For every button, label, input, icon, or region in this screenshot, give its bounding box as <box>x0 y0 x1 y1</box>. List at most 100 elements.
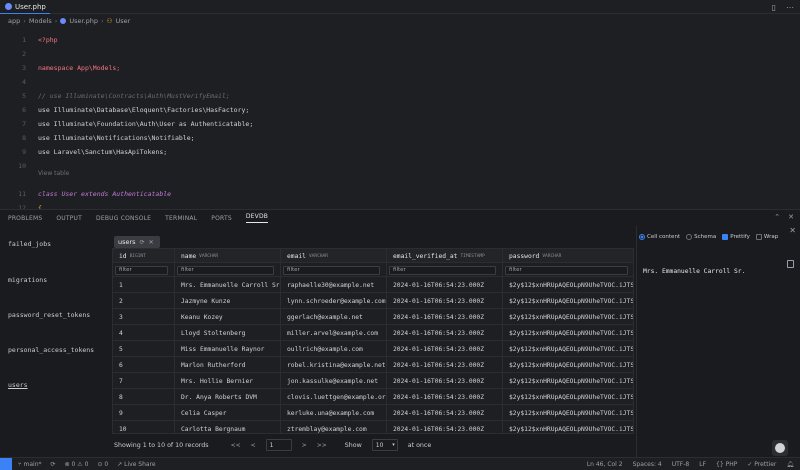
table-cell[interactable]: Carlotta Bergnaum <box>175 421 281 433</box>
column-header-email[interactable]: email VARCHAR <box>281 249 387 263</box>
table-item-password-reset-tokens[interactable]: password_reset_tokens <box>8 311 90 319</box>
option-cell-content[interactable]: Cell content <box>639 234 680 240</box>
maximize-panel-icon[interactable]: ⌃ <box>774 213 780 221</box>
table-cell[interactable]: 6 <box>113 357 175 373</box>
live-share-status[interactable]: ↗ Live Share <box>117 461 155 468</box>
table-cell[interactable]: 4 <box>113 325 175 341</box>
close-panel-icon[interactable]: ✕ <box>788 213 794 221</box>
table-cell[interactable]: 2024-01-16T06:54:23.000Z <box>387 277 503 293</box>
breadcrumb-item[interactable]: User.php <box>69 17 98 25</box>
column-filter-input[interactable]: filter <box>505 265 628 275</box>
table-row[interactable]: 3 Keanu Kozey ggerlach@example.net 2024-01-… <box>113 309 633 325</box>
column-filter-input[interactable]: filter <box>283 265 380 275</box>
option-prettify[interactable]: Prettify <box>722 234 750 240</box>
table-cell[interactable]: Jazmyne Kunze <box>175 293 281 309</box>
tab-ports[interactable]: PORTS <box>211 215 232 222</box>
column-header-id[interactable]: id BIGINT <box>113 249 175 263</box>
table-cell[interactable]: 2024-01-16T06:54:23.000Z <box>387 373 503 389</box>
table-cell[interactable]: $2y$12$xnHRUpAQEOLpN9UheTVOC.iJTSaCPTI <box>503 309 633 325</box>
tab-devdb[interactable]: DEVDB <box>245 213 269 223</box>
more-actions-icon[interactable]: ⋯ <box>786 3 794 12</box>
table-cell[interactable]: $2y$12$xnHRUpAQEOLpN9UheTVOC.iJTSaCPTI <box>503 405 633 421</box>
table-row[interactable]: 2 Jazmyne Kunze lynn.schroeder@example.com… <box>113 293 633 309</box>
language-mode[interactable]: {} PHP <box>716 461 737 468</box>
table-cell[interactable]: 2 <box>113 293 175 309</box>
table-cell[interactable]: 3 <box>113 309 175 325</box>
table-cell[interactable]: $2y$12$xnHRUpAQEOLpN9UheTVOC.iJTSaCPTI <box>503 389 633 405</box>
breadcrumb-item[interactable]: app <box>8 17 20 25</box>
grid-tab-users[interactable]: users ⟳ ✕ <box>114 236 160 248</box>
tab-user-php[interactable]: User.php <box>0 0 50 14</box>
table-row[interactable]: 7 Mrs. Hollie Bernier jon.kassulke@example… <box>113 373 633 389</box>
next-page-button[interactable]: > <box>302 442 307 449</box>
table-cell[interactable]: Dr. Anya Roberts DVM <box>175 389 281 405</box>
table-cell[interactable]: lynn.schroeder@example.com <box>281 293 387 309</box>
table-row[interactable]: 9 Celia Casper kerluke.una@example.com 2024… <box>113 405 633 421</box>
column-header-name[interactable]: name VARCHAR <box>175 249 281 263</box>
table-row[interactable]: 1 Mrs. Emmanuelle Carroll Sr. raphaelle30@… <box>113 277 633 293</box>
table-cell[interactable]: Mrs. Hollie Bernier <box>175 373 281 389</box>
table-cell[interactable]: robel.kristina@example.net <box>281 357 387 373</box>
table-item-personal-access-tokens[interactable]: personal_access_tokens <box>8 346 94 354</box>
last-page-button[interactable]: >> <box>317 442 327 449</box>
refresh-icon[interactable]: ⟳ <box>140 239 145 246</box>
prev-page-button[interactable]: < <box>251 442 256 449</box>
table-row[interactable]: 10 Carlotta Bergnaum ztremblay@example.com… <box>113 421 633 433</box>
table-row[interactable]: 4 Lloyd Stoltenberg miller.arvel@example.c… <box>113 325 633 341</box>
table-cell[interactable]: $2y$12$xnHRUpAQEOLpN9UheTVOC.iJTSaCPTI <box>503 293 633 309</box>
table-cell[interactable]: ztremblay@example.com <box>281 421 387 433</box>
table-cell[interactable]: 8 <box>113 389 175 405</box>
table-cell[interactable]: 2024-01-16T06:54:23.000Z <box>387 421 503 433</box>
tab-problems[interactable]: PROBLEMS <box>8 215 42 222</box>
table-cell[interactable]: raphaelle30@example.net <box>281 277 387 293</box>
table-cell[interactable]: Celia Casper <box>175 405 281 421</box>
breadcrumb-item[interactable]: User <box>115 17 130 25</box>
split-editor-icon[interactable]: ▯ <box>772 3 776 12</box>
table-cell[interactable]: Lloyd Stoltenberg <box>175 325 281 341</box>
table-cell[interactable]: 1 <box>113 277 175 293</box>
github-icon[interactable] <box>772 440 788 456</box>
codelens-view-table[interactable]: View table <box>38 170 69 177</box>
ports-status[interactable]: ⊙ 0 <box>97 461 108 468</box>
code-editor[interactable]: 1 <?php 2 3 namespace App\Models; 4 5 // use Il… <box>0 27 800 209</box>
problems-status[interactable]: ⊗ 0 ⚠ 0 <box>65 461 89 468</box>
end-of-line[interactable]: LF <box>699 461 706 468</box>
table-cell[interactable]: 2024-01-16T06:54:23.000Z <box>387 341 503 357</box>
table-cell[interactable]: $2y$12$xnHRUpAQEOLpN9UheTVOC.iJTSaCPTI <box>503 341 633 357</box>
remote-indicator-icon[interactable] <box>0 457 12 470</box>
table-cell[interactable]: $2y$12$xnHRUpAQEOLpN9UheTVOC.iJTSaCPTI <box>503 357 633 373</box>
table-cell[interactable]: 10 <box>113 421 175 433</box>
column-filter-input[interactable]: filter <box>177 265 274 275</box>
notifications-icon[interactable]: 🔔︎ <box>786 461 794 468</box>
table-cell[interactable]: $2y$12$xnHRUpAQEOLpN9UheTVOC.iJTSaCPTI <box>503 325 633 341</box>
cursor-position[interactable]: Ln 46, Col 2 <box>587 461 623 468</box>
table-cell[interactable]: 7 <box>113 373 175 389</box>
table-cell[interactable]: 2024-01-16T06:54:23.000Z <box>387 325 503 341</box>
column-header-email-verified-at[interactable]: email_verified_at TIMESTAMP <box>387 249 503 263</box>
table-cell[interactable]: $2y$12$xnHRUpAQEOLpN9UheTVOC.iJTSaCPTI <box>503 421 633 433</box>
tab-debug-console[interactable]: DEBUG CONSOLE <box>96 215 151 222</box>
first-page-button[interactable]: << <box>231 442 241 449</box>
option-wrap[interactable]: Wrap <box>755 234 778 240</box>
table-cell[interactable]: oullrich@example.com <box>281 341 387 357</box>
table-cell[interactable]: $2y$12$xnHRUpAQEOLpN9UheTVOC.iJTSaCPTI <box>503 277 633 293</box>
encoding[interactable]: UTF-8 <box>672 461 690 468</box>
table-cell[interactable]: 9 <box>113 405 175 421</box>
table-cell[interactable]: kerluke.una@example.com <box>281 405 387 421</box>
table-cell[interactable]: 2024-01-16T06:54:23.000Z <box>387 293 503 309</box>
table-row[interactable]: 6 Marlon Rutherford robel.kristina@example… <box>113 357 633 373</box>
table-cell[interactable]: Marlon Rutherford <box>175 357 281 373</box>
table-cell[interactable]: clovis.luettgen@example.org <box>281 389 387 405</box>
table-item-failed-jobs[interactable]: failed_jobs <box>8 240 51 248</box>
column-filter-input[interactable]: filter <box>115 265 168 275</box>
close-icon[interactable]: ✕ <box>149 239 154 246</box>
tab-output[interactable]: OUTPUT <box>56 215 82 222</box>
table-cell[interactable]: 2024-01-16T06:54:23.000Z <box>387 309 503 325</box>
column-filter-input[interactable]: filter <box>389 265 496 275</box>
table-cell[interactable]: 2024-01-16T06:54:23.000Z <box>387 405 503 421</box>
table-cell[interactable]: Mrs. Emmanuelle Carroll Sr. <box>175 277 281 293</box>
branch-status[interactable]: ⑂ main* <box>18 461 42 468</box>
table-cell[interactable]: jon.kassulke@example.net <box>281 373 387 389</box>
column-header-password[interactable]: password VARCHAR <box>503 249 633 263</box>
sync-icon[interactable]: ⟳ <box>51 461 56 468</box>
